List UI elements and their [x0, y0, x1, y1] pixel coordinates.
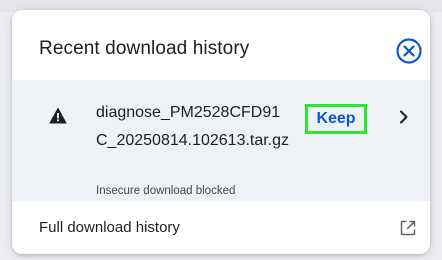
download-filename: diagnose_PM2528CFD91C_20250814.102613.ta…	[96, 104, 290, 149]
download-item[interactable]: diagnose_PM2528CFD91C_20250814.102613.ta…	[12, 80, 430, 201]
open-in-new-icon	[400, 220, 416, 236]
panel-title: Recent download history	[39, 38, 250, 59]
panel-header: Recent download history	[12, 10, 430, 80]
download-status: Insecure download blocked	[96, 185, 236, 197]
full-download-history-label: Full download history	[39, 219, 180, 236]
full-download-history-link[interactable]: Full download history	[12, 201, 430, 254]
keep-button[interactable]: Keep	[305, 104, 367, 134]
download-history-panel: Recent download history diagnose_PM2528C…	[12, 10, 430, 254]
chevron-right-icon[interactable]	[397, 108, 411, 126]
close-button[interactable]	[395, 37, 423, 65]
close-circle-icon	[396, 38, 422, 64]
warning-triangle-icon	[49, 108, 67, 124]
